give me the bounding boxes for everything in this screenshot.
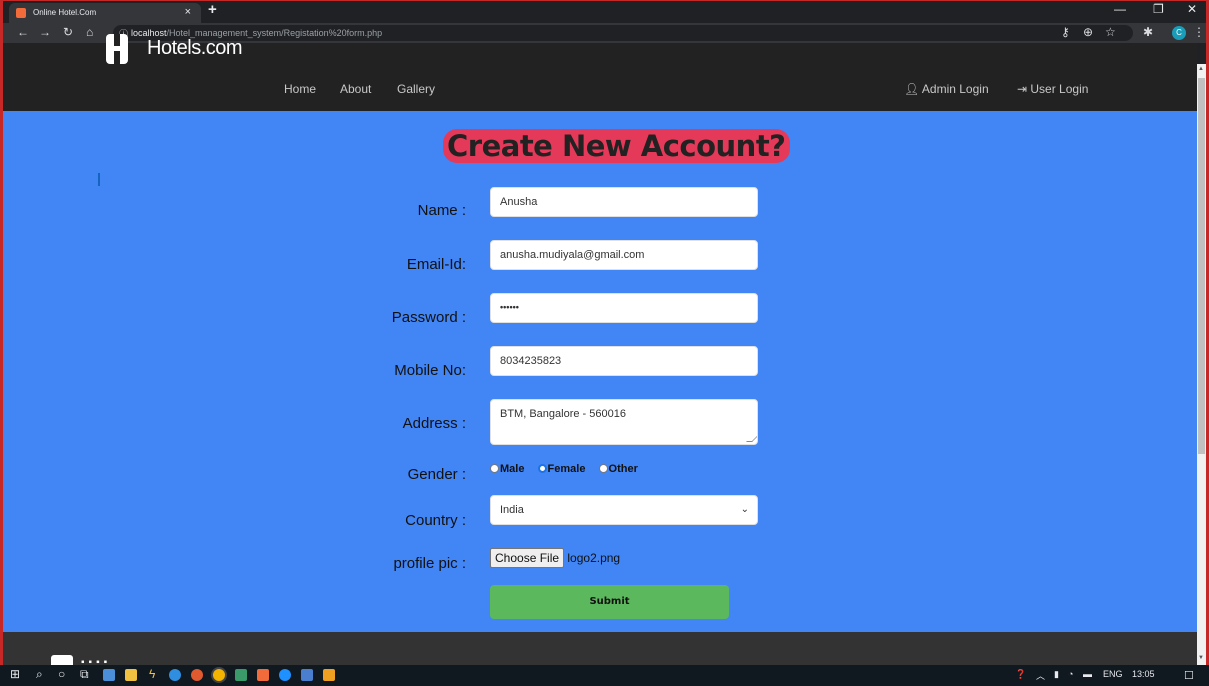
nav-home[interactable]: Home (284, 82, 316, 96)
cortana-icon[interactable]: ○ (58, 667, 65, 681)
mobile-label: Mobile No: (394, 362, 466, 379)
address-textarea[interactable]: BTM, Bangalore - 560016 (490, 399, 758, 445)
key-icon[interactable]: ⚷ (1061, 25, 1070, 39)
nav-gallery[interactable]: Gallery (397, 82, 435, 96)
tab-close-icon[interactable]: × (185, 6, 191, 18)
task-view-icon[interactable]: ⧉ (80, 667, 89, 682)
taskbar-app-icon[interactable] (257, 669, 269, 681)
taskbar-app-icon[interactable] (235, 669, 247, 681)
gender-label: Gender : (407, 466, 466, 483)
notification-icon[interactable]: ☐ (1184, 669, 1194, 682)
taskbar-app-icon[interactable] (301, 669, 313, 681)
file-explorer-icon[interactable] (125, 669, 137, 681)
extensions-icon[interactable]: ✱ (1143, 25, 1153, 39)
gender-female-radio[interactable] (537, 464, 547, 473)
gender-other-radio[interactable] (598, 464, 608, 473)
chosen-file-name: logo2.png (567, 551, 621, 565)
page-title: Create New Account? (443, 129, 790, 163)
taskbar-app-icon[interactable] (191, 669, 203, 681)
profile-pic-file-input: Choose File logo2.png (490, 548, 620, 568)
menu-icon[interactable]: ⋮ (1193, 25, 1205, 39)
wifi-icon[interactable]: ◔ (1068, 669, 1073, 679)
name-input[interactable]: Anusha (490, 187, 758, 217)
password-label: Password : (391, 309, 466, 326)
site-favicon-icon (16, 8, 26, 18)
profile-pic-label: profile pic : (393, 555, 466, 572)
country-select[interactable]: India ⌄ (490, 495, 758, 525)
edge-icon[interactable] (169, 669, 181, 681)
choose-file-button[interactable]: Choose File (490, 548, 565, 568)
taskbar-search-icon[interactable]: ⌕ (36, 667, 43, 682)
hotels-logo-icon (106, 34, 128, 64)
footer-logo-icon (51, 655, 73, 665)
taskbar-app-icon[interactable] (323, 669, 335, 681)
country-value: India (500, 504, 524, 516)
address-bar[interactable]: ⓘ localhost/Hotel_management_system/Regi… (113, 25, 1133, 41)
gender-male-label[interactable]: Male (500, 463, 524, 475)
login-icon: ⇥ (1017, 82, 1031, 96)
os-taskbar: ⊞ ⌕ ○ ⧉ ϟ ❓ ︿ ▮ ◔ ▬ ENG 13:05 ☐ (0, 665, 1209, 686)
tab-title: Online Hotel.Com (33, 8, 97, 17)
help-icon[interactable]: ❓ (1015, 669, 1026, 680)
address-value: BTM, Bangalore - 560016 (500, 408, 626, 420)
clock[interactable]: 13:05 (1132, 669, 1155, 679)
registration-section: Create New Account? Name : Anusha Email-… (3, 111, 1197, 632)
user-login-label: User Login (1030, 82, 1089, 96)
mobile-input[interactable]: 8034235823 (490, 346, 758, 376)
gender-radio-group: Male Female Other (490, 463, 648, 475)
windows-start-icon[interactable]: ⊞ (10, 667, 20, 681)
nav-about[interactable]: About (340, 82, 371, 96)
user-login-link[interactable]: ⇥ User Login (1017, 82, 1088, 96)
restore-icon[interactable]: ❐ (1153, 2, 1164, 16)
taskbar-app-icon[interactable]: ϟ (149, 667, 155, 681)
reload-icon[interactable]: ↻ (63, 25, 73, 39)
email-label: Email-Id: (406, 256, 466, 273)
bookmark-star-icon[interactable]: ☆ (1105, 25, 1116, 39)
home-icon[interactable]: ⌂ (86, 25, 93, 39)
country-label: Country : (405, 512, 466, 529)
language-indicator[interactable]: ENG (1103, 669, 1123, 679)
battery-icon[interactable]: ▮ (1054, 669, 1059, 680)
minimize-icon[interactable]: — (1114, 2, 1126, 16)
window-close-icon[interactable]: ✕ (1187, 2, 1197, 16)
user-icon: 👤︎ (904, 82, 922, 96)
chrome-icon[interactable] (213, 669, 225, 681)
tab-strip: Online Hotel.Com × + — ❐ ✕ (3, 1, 1206, 23)
profile-avatar[interactable]: C (1172, 26, 1186, 40)
keyboard-icon[interactable]: ▬ (1083, 669, 1092, 679)
taskbar-app-icon[interactable] (103, 669, 115, 681)
chevron-down-icon: ⌄ (740, 504, 749, 515)
scrollbar-thumb[interactable] (1198, 78, 1205, 454)
back-icon[interactable]: ← (17, 25, 29, 39)
tray-chevron-icon[interactable]: ︿ (1036, 669, 1045, 682)
gender-other-label[interactable]: Other (609, 463, 638, 475)
taskbar-app-icon[interactable] (279, 669, 291, 681)
browser-tab[interactable]: Online Hotel.Com × (9, 3, 201, 23)
password-input[interactable]: •••••• (490, 293, 758, 323)
resize-grip-icon[interactable] (746, 436, 757, 442)
site-footer: ▪▪▪▪ (3, 632, 1197, 668)
admin-login-link[interactable]: 👤︎ Admin Login (904, 82, 989, 96)
text-caret (98, 173, 100, 186)
admin-login-label: Admin Login (921, 82, 989, 96)
new-tab-button[interactable]: + (208, 1, 217, 18)
scroll-up-icon[interactable]: ▲ (1198, 66, 1204, 72)
gender-female-label[interactable]: Female (548, 463, 586, 475)
name-label: Name : (417, 202, 466, 219)
forward-icon[interactable]: → (39, 25, 51, 39)
email-input[interactable]: anusha.mudiyala@gmail.com (490, 240, 758, 270)
zoom-icon[interactable]: ⊕ (1083, 25, 1093, 39)
address-label: Address : (402, 415, 466, 432)
gender-male-radio[interactable] (490, 464, 499, 473)
brand-name: Hotels.com (147, 37, 243, 59)
submit-button[interactable]: Submit (490, 585, 729, 619)
scroll-down-icon[interactable]: ▼ (1198, 655, 1204, 661)
